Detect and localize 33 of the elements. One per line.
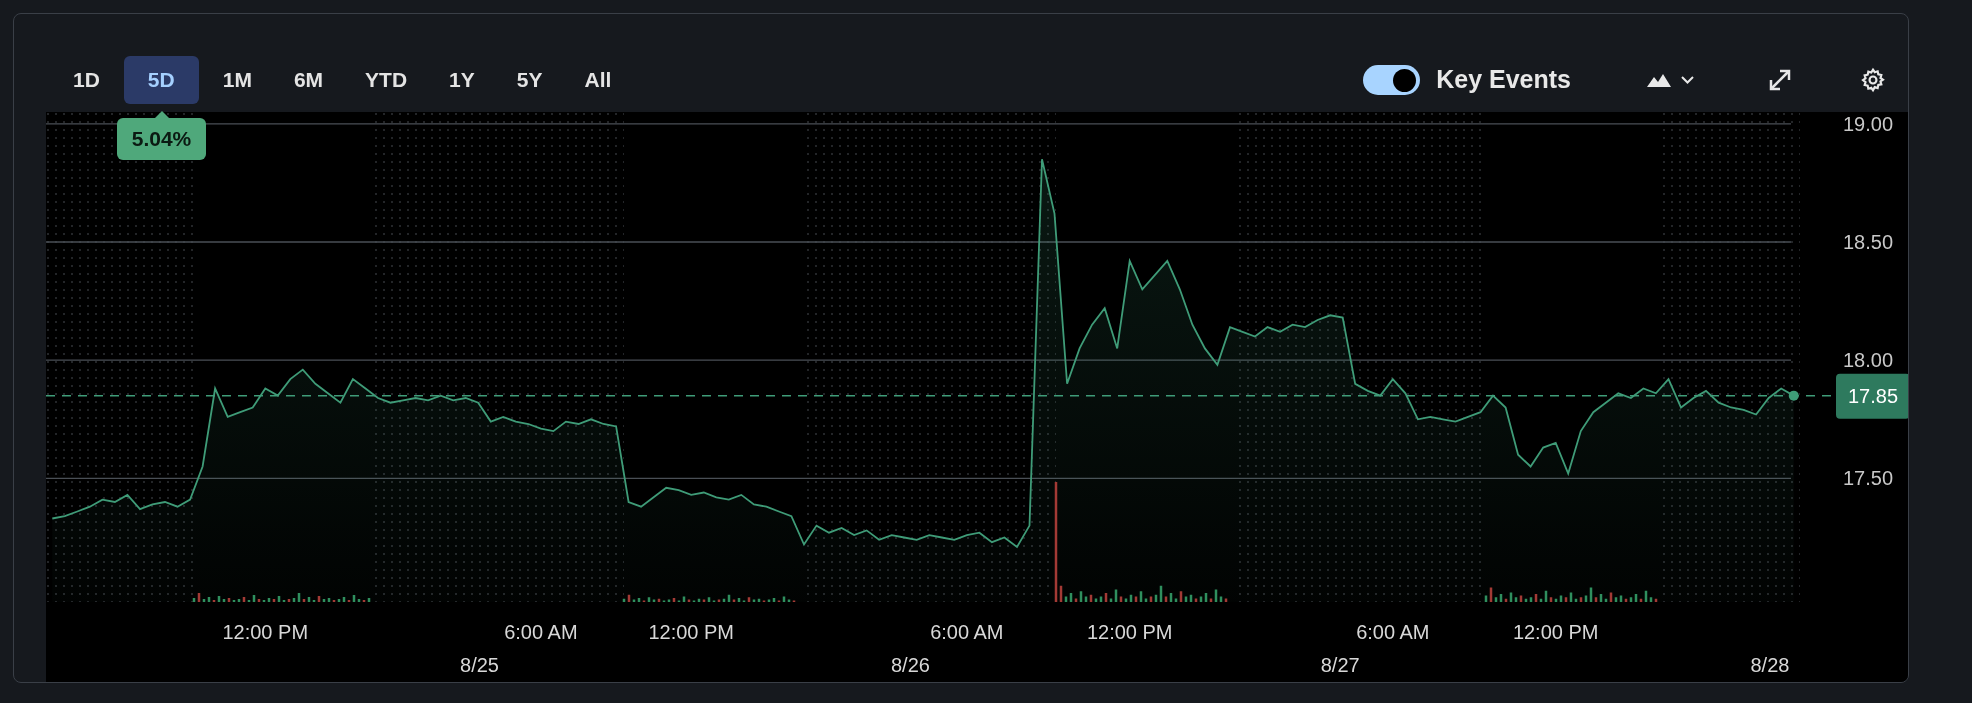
y-axis-label: 17.50 [1843, 467, 1894, 490]
range-tab[interactable]: YTD [347, 56, 426, 104]
date-label: 8/26 [891, 654, 930, 676]
mountain-icon [1647, 73, 1671, 87]
expand-icon [1768, 68, 1792, 92]
range-tab[interactable]: 1M [204, 56, 270, 104]
range-tab[interactable]: 6M [275, 56, 342, 104]
range-tab[interactable]: 1Y [431, 56, 493, 104]
x-axis-label: 6:00 AM [930, 621, 1004, 643]
key-events-toggle[interactable] [1363, 65, 1421, 95]
chevron-down-icon [1681, 76, 1694, 84]
x-axis-label: 12:00 PM [1086, 621, 1173, 643]
x-axis-label: 12:00 PM [648, 621, 735, 643]
x-axis-label: 6:00 AM [504, 621, 578, 643]
x-axis-label: 12:00 PM [1512, 621, 1599, 643]
date-label: 8/27 [1320, 654, 1360, 676]
current-price-label: 17.85 [1847, 384, 1899, 407]
date-label: 8/28 [1750, 654, 1790, 676]
y-axis-label: 18.00 [1843, 349, 1894, 372]
tooltip-pointer [155, 111, 169, 118]
range-tab[interactable]: 5D [123, 56, 199, 104]
x-axis-label: 6:00 AM [1356, 621, 1430, 643]
range-tab[interactable]: All [566, 56, 630, 104]
range-tab[interactable]: 1D [55, 56, 118, 104]
key-events-label: Key Events [1436, 64, 1571, 96]
y-axis-label: 18.50 [1843, 231, 1894, 253]
range-tab[interactable]: 5Y [498, 56, 561, 104]
settings-icon [1860, 67, 1886, 93]
price-badge [1836, 373, 1908, 419]
x-axis-label: 12:00 PM [222, 621, 309, 643]
change-tooltip: 5.04% [117, 118, 206, 160]
y-axis-label: 19.00 [1843, 112, 1894, 135]
date-label: 8/25 [460, 654, 499, 676]
